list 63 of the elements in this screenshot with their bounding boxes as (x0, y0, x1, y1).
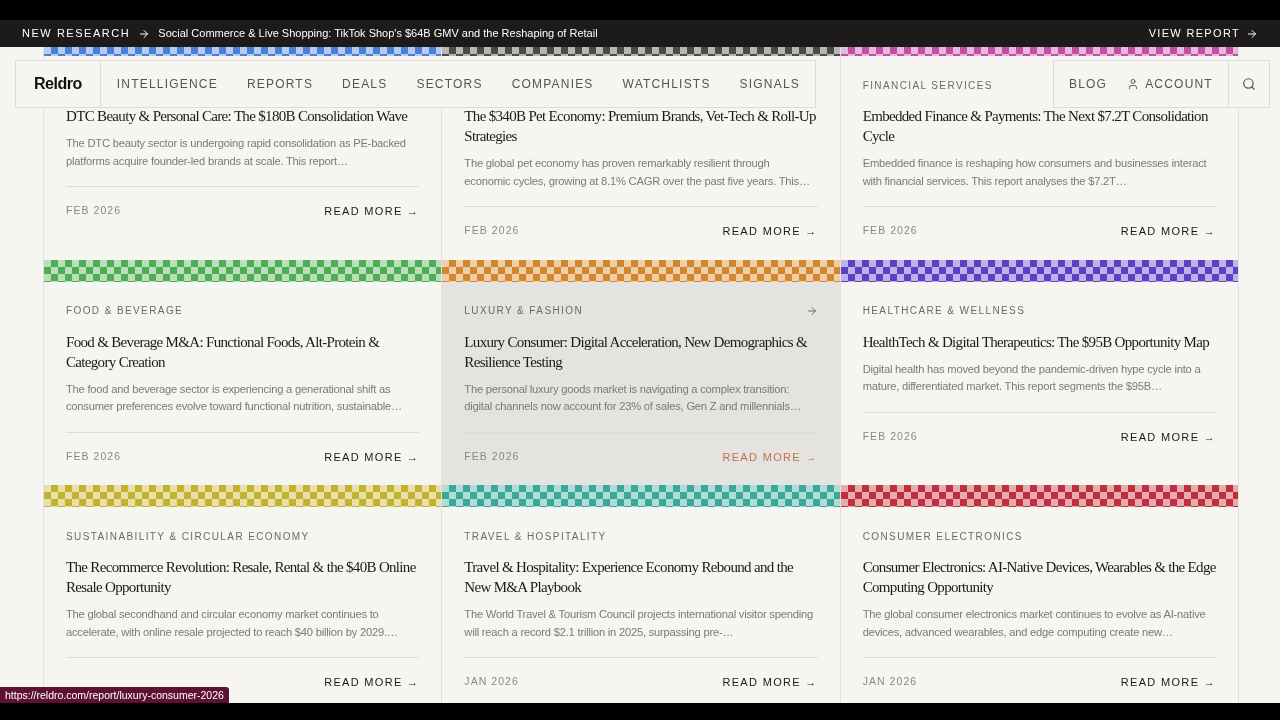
category-label: LUXURY & FASHION (464, 304, 584, 318)
report-summary: Embedded finance is reshaping how consumers and businesses interact with financial services. This report analyses the $7.2T… (862, 156, 1208, 189)
announcement-link[interactable]: Social Commerce & Live Shopping: TikTok Shop's $64B GMV and the Reshaping of Retail (158, 25, 598, 42)
report-title: Food & Beverage M&A: Functional Foods, Alt-Protein & Category Creation (66, 332, 381, 372)
report-date: JAN 2026 (464, 674, 519, 690)
category-label: HEALTHCARE & WELLNESS (862, 304, 1026, 318)
category-label: FINANCIAL SERVICES (862, 78, 993, 93)
report-summary: The personal luxury goods market is navigating a complex transition: digital channels now account for 23% of sales, Gen Z and millennials… (464, 381, 802, 414)
status-url: https://reldro.com/report/luxury-consumer-2026 (0, 687, 229, 703)
report-date: FEB 2026 (862, 428, 918, 444)
report-date: FEB 2026 (464, 448, 520, 464)
read-more-link[interactable]: READ MORE → (324, 448, 420, 465)
report-title: HealthTech & Digital Therapeutics: The $95B Opportunity Map (862, 332, 1211, 352)
report-summary: The DTC beauty sector is undergoing rapid consolidation as PE-backed platforms acquire founder-led brands at scale. This report… (66, 136, 407, 169)
report-summary: The global secondhand and circular economy market continues to accelerate, with online resale projected to reach $40 billion by 2029.… (66, 607, 399, 640)
report-date: FEB 2026 (66, 203, 122, 219)
nav-link[interactable]: DEALS (342, 75, 388, 93)
report-date: FEB 2026 (66, 448, 122, 464)
report-summary: The global consumer electronics market continues to evolve as AI-native devices, advanced wearables, and edge computing create new… (862, 607, 1207, 640)
report-title: Embedded Finance & Payments: The Next $7.2T Consolidation Cycle (862, 107, 1209, 146)
report-title: The Recommerce Revolution: Resale, Rental & the $40B Online Resale Opportunity (66, 558, 417, 597)
report-date: FEB 2026 (862, 223, 918, 239)
category-label: TRAVEL & HOSPITALITY (464, 529, 607, 544)
report-title: Luxury Consumer: Digital Acceleration, New Demographics & Resilience Testing (464, 332, 809, 372)
view-report-link[interactable]: VIEW REPORT (1148, 25, 1258, 42)
blog-link[interactable]: BLOG (1069, 75, 1108, 93)
nav-link[interactable]: SIGNALS (739, 75, 800, 93)
nav-link[interactable]: REPORTS (246, 75, 314, 93)
report-card[interactable] (840, 485, 1239, 703)
arrow-right-icon (805, 304, 818, 317)
report-summary: The food and beverage sector is experiencing a generational shift as consumer preferences evolve toward functional nutrition, sustainable… (66, 381, 403, 414)
report-title: The $340B Pet Economy: Premium Brands, Vet-Tech & Roll-Up Strategies (464, 107, 817, 146)
report-summary: The World Travel & Tourism Council projects international visitor spending will reach a record $2.1 trillion in 2025, surpassing pre-… (464, 607, 814, 640)
arrow-right-icon (138, 27, 151, 40)
nav-link[interactable]: SECTORS (416, 75, 483, 93)
announcement-label: NEW RESEARCH (22, 26, 131, 42)
report-title: Consumer Electronics: AI-Native Devices, Wearables & the Edge Computing Opportunity (862, 558, 1216, 597)
read-more-link[interactable]: READ MORE → (722, 674, 818, 691)
report-date: FEB 2026 (464, 223, 520, 239)
user-icon (1127, 78, 1140, 90)
search-icon (1242, 77, 1256, 91)
category-label: CONSUMER ELECTRONICS (862, 529, 1023, 544)
nav-link[interactable]: INTELLIGENCE (116, 75, 218, 93)
report-card[interactable] (840, 259, 1239, 485)
search-button[interactable] (1228, 60, 1270, 108)
report-title: Travel & Hospitality: Experience Economy Rebound and the New M&A Playbook (464, 558, 794, 597)
report-summary: The global pet economy has proven remarkably resilient through economic cycles, growing at 8.1% CAGR over the past five years. This… (464, 156, 811, 189)
read-more-link[interactable]: READ MORE → (324, 674, 420, 691)
logo[interactable]: Reldro (16, 61, 101, 107)
report-title: DTC Beauty & Personal Care: The $180B Consolidation Wave (66, 107, 409, 126)
read-more-link[interactable]: READ MORE → (1120, 223, 1216, 240)
nav-link[interactable]: WATCHLISTS (622, 75, 711, 93)
category-label: FOOD & BEVERAGE (66, 304, 184, 318)
account-link[interactable]: ACCOUNT (1127, 75, 1213, 93)
read-more-link[interactable]: READ MORE → (722, 223, 818, 240)
read-more-link[interactable]: READ MORE → (1120, 428, 1216, 445)
read-more-link[interactable]: READ MORE → (1120, 674, 1216, 691)
read-more-link[interactable]: READ MORE → (324, 203, 420, 220)
nav-link[interactable]: COMPANIES (511, 75, 594, 93)
report-summary: Digital health has moved beyond the pandemic-driven hype cycle into a mature, differentiated market. This report segments the $95B… (862, 361, 1202, 394)
category-label: SUSTAINABILITY & CIRCULAR ECONOMY (66, 529, 310, 544)
arrow-right-icon (1246, 27, 1258, 40)
report-date: JAN 2026 (862, 674, 918, 690)
